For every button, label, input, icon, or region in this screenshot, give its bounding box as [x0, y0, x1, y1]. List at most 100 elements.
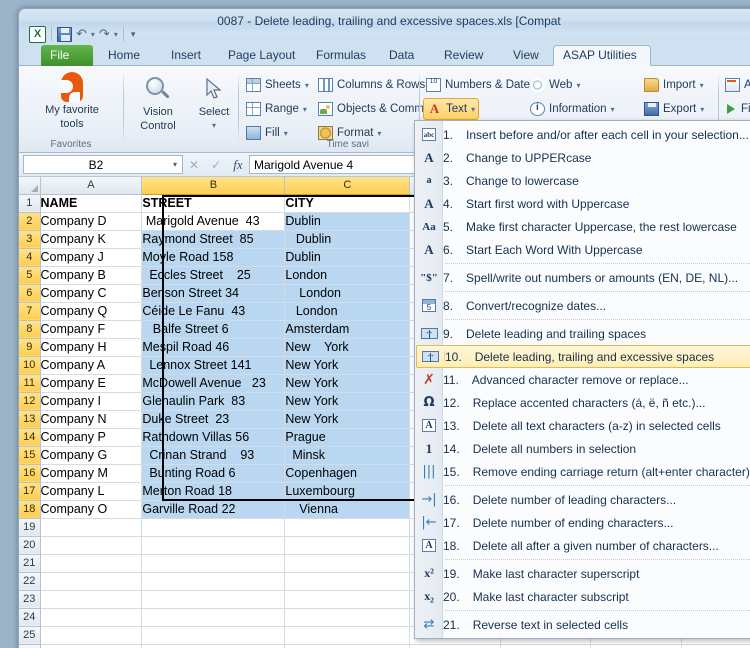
fill-button[interactable]: Fill ▾ — [243, 122, 291, 144]
cell[interactable] — [141, 572, 286, 591]
find-button[interactable]: Find — [722, 98, 750, 120]
menu-item-1[interactable]: abc 1. Insert before and/or after each cel… — [415, 123, 750, 146]
tab-file[interactable]: File — [41, 45, 93, 66]
menu-item-10[interactable]: 10. Delete leading, trailing and excessiv… — [416, 345, 750, 368]
cell[interactable]: Company J — [40, 248, 143, 267]
cell[interactable]: Company A — [40, 356, 143, 375]
cell[interactable]: Copenhagen — [284, 464, 411, 483]
enter-icon[interactable]: ✓ — [211, 158, 221, 172]
menu-item-19[interactable]: x² 19. Make last character superscript — [415, 562, 750, 585]
sheets-button[interactable]: Sheets ▾ — [243, 74, 312, 96]
menu-item-13[interactable]: A 13. Delete all text characters (a-z) in … — [415, 414, 750, 437]
cell[interactable] — [141, 590, 286, 609]
row-header-5[interactable]: 5 — [19, 266, 41, 285]
cell[interactable]: Dublin — [284, 248, 411, 267]
menu-item-8[interactable]: 5 8. Convert/recognize dates... — [415, 294, 750, 317]
tab-formulas[interactable]: Formulas — [307, 45, 375, 66]
row-header-25[interactable]: 25 — [19, 626, 41, 645]
insert-function-icon[interactable]: fx — [227, 157, 249, 173]
cell[interactable]: Merton Road 18 — [141, 482, 286, 501]
cell[interactable] — [141, 644, 286, 648]
menu-item-3[interactable]: a 3. Change to lowercase — [415, 169, 750, 192]
customize-qat-icon[interactable]: ▾ — [129, 29, 138, 40]
menu-item-12[interactable]: Ω 12. Replace accented characters (á, ë, ñ… — [415, 391, 750, 414]
cell[interactable] — [284, 536, 411, 555]
cell[interactable]: McDowell Avenue 23 — [141, 374, 286, 393]
cell[interactable]: NAME — [40, 194, 143, 213]
cancel-icon[interactable]: ✕ — [189, 158, 199, 172]
cell[interactable]: New York — [284, 356, 411, 375]
cell[interactable] — [141, 536, 286, 555]
cell[interactable]: Company M — [40, 464, 143, 483]
row-header-12[interactable]: 12 — [19, 392, 41, 411]
row-header-23[interactable]: 23 — [19, 590, 41, 609]
cell[interactable] — [141, 554, 286, 573]
name-box-caret-icon[interactable]: ▾ — [168, 160, 182, 169]
cell[interactable]: Company B — [40, 266, 143, 285]
cell[interactable]: Bunting Road 6 — [141, 464, 286, 483]
redo-icon[interactable]: ↷ — [98, 26, 111, 42]
information-button[interactable]: Information ▾ — [527, 98, 618, 120]
col-header-b[interactable]: B — [141, 177, 286, 195]
information-caret-icon[interactable]: ▾ — [611, 105, 615, 114]
vision-control-button[interactable]: Vision Control — [129, 76, 187, 132]
cell[interactable]: Balfe Street 6 — [141, 320, 286, 339]
cell[interactable] — [40, 644, 143, 648]
tab-data[interactable]: Data — [380, 45, 423, 66]
row-header-15[interactable]: 15 — [19, 446, 41, 465]
tab-home[interactable]: Home — [99, 45, 149, 66]
quick-access-toolbar[interactable]: X ↶ ▾ ↷ ▾ ▾ — [25, 23, 141, 45]
export-caret-icon[interactable]: ▾ — [700, 105, 704, 114]
row-header-19[interactable]: 19 — [19, 518, 41, 537]
menu-item-9[interactable]: 9. Delete leading and trailing spaces — [415, 322, 750, 345]
cell[interactable]: New York — [284, 410, 411, 429]
cell[interactable] — [40, 536, 143, 555]
sheets-caret-icon[interactable]: ▾ — [305, 81, 309, 90]
cell[interactable]: Dublin — [284, 230, 411, 249]
my-favorite-tools-button[interactable]: My favorite tools — [33, 72, 111, 130]
row-header-10[interactable]: 10 — [19, 356, 41, 375]
cell[interactable]: STREET — [141, 194, 286, 213]
cell[interactable]: Benson Street 34 — [141, 284, 286, 303]
cell[interactable] — [284, 554, 411, 573]
export-button[interactable]: Export ▾ — [641, 98, 707, 120]
cell[interactable]: Amsterdam — [284, 320, 411, 339]
cell[interactable]: Glenaulin Park 83 — [141, 392, 286, 411]
text-button[interactable]: A Text ▾ — [423, 98, 480, 120]
cell[interactable] — [284, 518, 411, 537]
cell[interactable] — [284, 572, 411, 591]
row-header-21[interactable]: 21 — [19, 554, 41, 573]
row-header-1[interactable]: 1 — [19, 194, 41, 213]
cell[interactable] — [40, 626, 143, 645]
cell[interactable]: Mespil Road 46 — [141, 338, 286, 357]
col-header-c[interactable]: C — [284, 177, 411, 195]
tab-asap-utilities[interactable]: ASAP Utilities — [553, 45, 651, 66]
row-header-20[interactable]: 20 — [19, 536, 41, 555]
cell[interactable]: Vienna — [284, 500, 411, 519]
redo-caret-icon[interactable]: ▾ — [114, 30, 118, 39]
menu-item-11[interactable]: ✗ 11. Advanced character remove or replace… — [415, 368, 750, 391]
cell[interactable]: Company Q — [40, 302, 143, 321]
row-header-11[interactable]: 11 — [19, 374, 41, 393]
cell[interactable] — [40, 590, 143, 609]
cell[interactable]: New York — [284, 338, 411, 357]
row-header-9[interactable]: 9 — [19, 338, 41, 357]
row-header-6[interactable]: 6 — [19, 284, 41, 303]
cell[interactable]: Company K — [40, 230, 143, 249]
row-header-16[interactable]: 16 — [19, 464, 41, 483]
cell[interactable]: London — [284, 284, 411, 303]
cell[interactable] — [141, 608, 286, 627]
row-header-3[interactable]: 3 — [19, 230, 41, 249]
web-button[interactable]: Web ▾ — [527, 74, 583, 96]
cell[interactable]: Marigold Avenue 43 — [141, 212, 286, 231]
cell[interactable] — [40, 518, 143, 537]
save-icon[interactable] — [57, 26, 72, 42]
cell[interactable]: Duke Street 23 — [141, 410, 286, 429]
select-caret-icon[interactable]: ▾ — [191, 120, 237, 132]
menu-item-15[interactable]: ||| 15. Remove ending carriage return (alt… — [415, 460, 750, 483]
asap-button[interactable]: ASAP — [722, 74, 750, 96]
excel-logo-icon[interactable]: X — [29, 25, 46, 43]
cell[interactable] — [284, 644, 411, 648]
cell[interactable]: Company D — [40, 212, 143, 231]
cell[interactable]: Company O — [40, 500, 143, 519]
